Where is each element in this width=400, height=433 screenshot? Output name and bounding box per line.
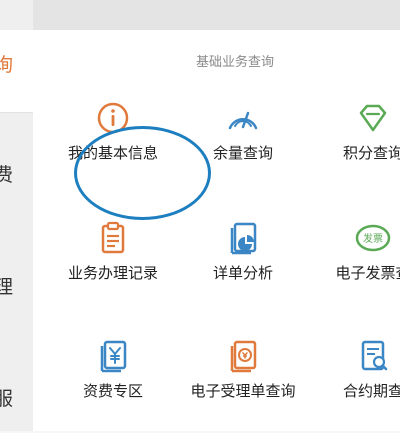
sidebar-item-label: 理	[0, 276, 14, 298]
sidebar: 询 费 理 服	[0, 0, 34, 431]
sidebar-item-label: 询	[0, 54, 14, 76]
tile-e-receipt-query[interactable]: 电子受理单查询	[173, 338, 313, 433]
tile-contract-query[interactable]: 合约期查	[303, 338, 400, 433]
sidebar-item-handle[interactable]: 理	[0, 272, 34, 299]
main-panel: 基础业务查询 我的基本信息 余量查询 积分查询 业务办理记录 详单分析 发票 电…	[33, 30, 400, 431]
tile-business-records[interactable]: 业务办理记录	[43, 220, 183, 315]
sidebar-item-service[interactable]: 服	[0, 384, 34, 411]
top-bar	[0, 0, 400, 30]
chart-document-icon	[230, 222, 257, 255]
sidebar-divider	[0, 112, 33, 113]
sidebar-item-label: 服	[0, 388, 14, 410]
gauge-icon	[228, 111, 258, 130]
tile-label: 电子发票查	[335, 264, 400, 282]
contract-search-icon	[361, 340, 388, 371]
tile-e-invoice[interactable]: 发票 电子发票查	[303, 220, 400, 315]
tile-label: 业务办理记录	[67, 264, 158, 282]
yen-document-icon	[100, 340, 127, 373]
invoice-badge-text: 发票	[363, 232, 383, 245]
receipt-document-icon	[230, 340, 257, 373]
sidebar-item-label: 费	[0, 164, 14, 186]
tile-bill-analysis[interactable]: 详单分析	[173, 220, 313, 315]
tile-label: 电子受理单查询	[190, 382, 296, 400]
sidebar-item-query[interactable]: 询	[0, 30, 34, 112]
section-title: 基础业务查询	[196, 55, 275, 70]
sidebar-item-fee[interactable]: 费	[0, 160, 34, 187]
tile-label: 详单分析	[212, 264, 273, 282]
tile-label: 积分查询	[342, 144, 400, 162]
highlight-ring	[74, 126, 211, 220]
invoice-badge-icon: 发票	[355, 224, 391, 252]
clipboard-icon	[101, 221, 125, 254]
tile-points-query[interactable]: 积分查询	[303, 100, 400, 195]
diamond-icon	[359, 104, 387, 132]
tile-tariff-zone[interactable]: 资费专区	[43, 338, 183, 433]
tile-label: 合约期查	[342, 382, 400, 400]
tile-label: 资费专区	[82, 382, 143, 400]
